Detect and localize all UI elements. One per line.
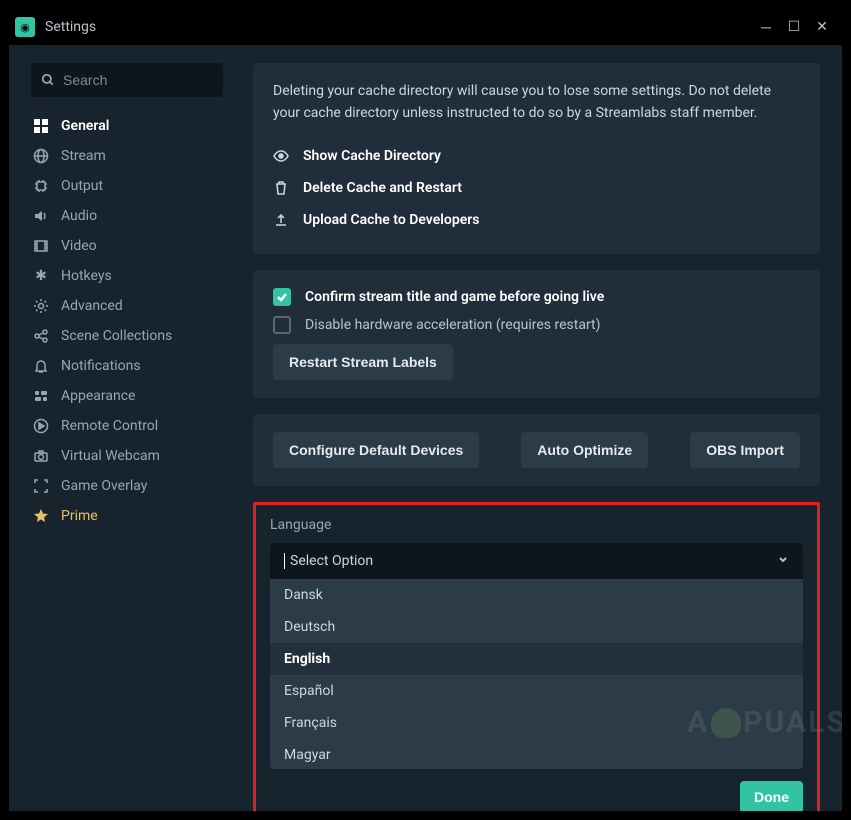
restart-stream-labels-button[interactable]: Restart Stream Labels — [273, 344, 453, 380]
language-select[interactable]: Select Option — [270, 543, 803, 579]
maximize-button[interactable]: ☐ — [780, 13, 808, 41]
checkbox-checked-icon — [273, 288, 291, 306]
sidebar-item-label: Stream — [61, 148, 106, 164]
search-icon — [41, 73, 55, 87]
minimize-button[interactable]: ─ — [752, 13, 780, 41]
volume-icon — [31, 208, 51, 224]
share-icon — [31, 328, 51, 344]
show-cache-directory-button[interactable]: Show Cache Directory — [273, 140, 800, 172]
sidebar-item-notifications[interactable]: Notifications — [31, 351, 223, 381]
sidebar-item-video[interactable]: Video — [31, 231, 223, 261]
toggles-icon — [31, 388, 51, 404]
globe-icon — [31, 148, 51, 164]
sidebar-item-appearance[interactable]: Appearance — [31, 381, 223, 411]
language-option-magyar[interactable]: Magyar — [270, 739, 803, 769]
close-button[interactable]: ✕ — [808, 13, 836, 41]
trash-icon — [273, 180, 295, 196]
language-option-deutsch[interactable]: Deutsch — [270, 611, 803, 643]
film-icon — [31, 238, 51, 254]
sidebar-item-label: Scene Collections — [61, 328, 172, 344]
search-input[interactable] — [63, 72, 213, 88]
bell-icon — [31, 358, 51, 374]
language-option-english[interactable]: English — [270, 643, 803, 675]
sidebar-item-label: Prime — [61, 508, 98, 524]
language-label: Language — [270, 517, 803, 533]
eye-icon — [273, 148, 295, 164]
select-placeholder: Select Option — [290, 553, 373, 569]
sidebar-item-label: Output — [61, 178, 103, 194]
language-option-dansk[interactable]: Dansk — [270, 579, 803, 611]
sidebar-item-stream[interactable]: Stream — [31, 141, 223, 171]
checkbox-unchecked-icon — [273, 316, 291, 334]
sidebar-item-prime[interactable]: Prime — [31, 501, 223, 531]
upload-cache-button[interactable]: Upload Cache to Developers — [273, 204, 800, 236]
content-area: General Stream Output Audio Video ✱ Hotk… — [9, 45, 842, 811]
sidebar-item-advanced[interactable]: Advanced — [31, 291, 223, 321]
cache-panel: Deleting your cache directory will cause… — [253, 63, 820, 254]
titlebar: ◉ Settings ─ ☐ ✕ — [9, 9, 842, 45]
sidebar-item-label: Hotkeys — [61, 268, 112, 284]
done-button[interactable]: Done — [740, 781, 803, 811]
language-option-francais[interactable]: Français — [270, 707, 803, 739]
chevron-down-icon — [777, 553, 789, 569]
sidebar-item-label: Game Overlay — [61, 478, 147, 494]
sidebar-item-label: Notifications — [61, 358, 141, 374]
language-panel: Language Select Option Dansk Deutsch Eng… — [253, 502, 820, 811]
sidebar-item-scene-collections[interactable]: Scene Collections — [31, 321, 223, 351]
obs-import-button[interactable]: OBS Import — [690, 432, 800, 468]
sidebar-item-output[interactable]: Output — [31, 171, 223, 201]
sidebar-item-hotkeys[interactable]: ✱ Hotkeys — [31, 261, 223, 291]
sidebar-item-label: Remote Control — [61, 418, 158, 434]
stream-checks-panel: Confirm stream title and game before goi… — [253, 270, 820, 398]
sidebar-item-audio[interactable]: Audio — [31, 201, 223, 231]
cache-warning-text: Deleting your cache directory will cause… — [273, 81, 800, 124]
action-buttons-panel: Configure Default Devices Auto Optimize … — [253, 414, 820, 486]
auto-optimize-button[interactable]: Auto Optimize — [521, 432, 648, 468]
main-panel: Deleting your cache directory will cause… — [237, 45, 842, 811]
sidebar-item-label: Video — [61, 238, 97, 254]
delete-cache-button[interactable]: Delete Cache and Restart — [273, 172, 800, 204]
asterisk-icon: ✱ — [31, 268, 51, 284]
sidebar-item-game-overlay[interactable]: Game Overlay — [31, 471, 223, 501]
camera-icon — [31, 448, 51, 464]
upload-icon — [273, 212, 295, 228]
confirm-stream-label: Confirm stream title and game before goi… — [305, 289, 604, 305]
sidebar-item-label: Advanced — [61, 298, 123, 314]
disable-hw-label: Disable hardware acceleration (requires … — [305, 317, 601, 333]
star-icon — [31, 508, 51, 524]
confirm-stream-checkbox-row[interactable]: Confirm stream title and game before goi… — [273, 288, 800, 306]
sidebar: General Stream Output Audio Video ✱ Hotk… — [9, 45, 237, 811]
chip-icon — [31, 178, 51, 194]
language-options-list: Dansk Deutsch English Español Français M… — [270, 579, 803, 769]
sidebar-item-label: Appearance — [61, 388, 135, 404]
sidebar-item-virtual-webcam[interactable]: Virtual Webcam — [31, 441, 223, 471]
app-icon: ◉ — [15, 17, 35, 37]
sidebar-item-label: Audio — [61, 208, 97, 224]
gear-icon — [31, 298, 51, 314]
sidebar-item-remote-control[interactable]: Remote Control — [31, 411, 223, 441]
search-box[interactable] — [31, 63, 223, 97]
sidebar-item-general[interactable]: General — [31, 111, 223, 141]
sidebar-item-label: General — [61, 118, 109, 134]
language-option-espanol[interactable]: Español — [270, 675, 803, 707]
disable-hw-checkbox-row[interactable]: Disable hardware acceleration (requires … — [273, 316, 800, 334]
window-title: Settings — [45, 19, 96, 35]
sidebar-item-label: Virtual Webcam — [61, 448, 160, 464]
grid-icon — [31, 118, 51, 134]
expand-icon — [31, 478, 51, 494]
play-icon — [31, 418, 51, 434]
settings-window: ◉ Settings ─ ☐ ✕ General Stream Output — [8, 8, 843, 812]
configure-default-devices-button[interactable]: Configure Default Devices — [273, 432, 479, 468]
